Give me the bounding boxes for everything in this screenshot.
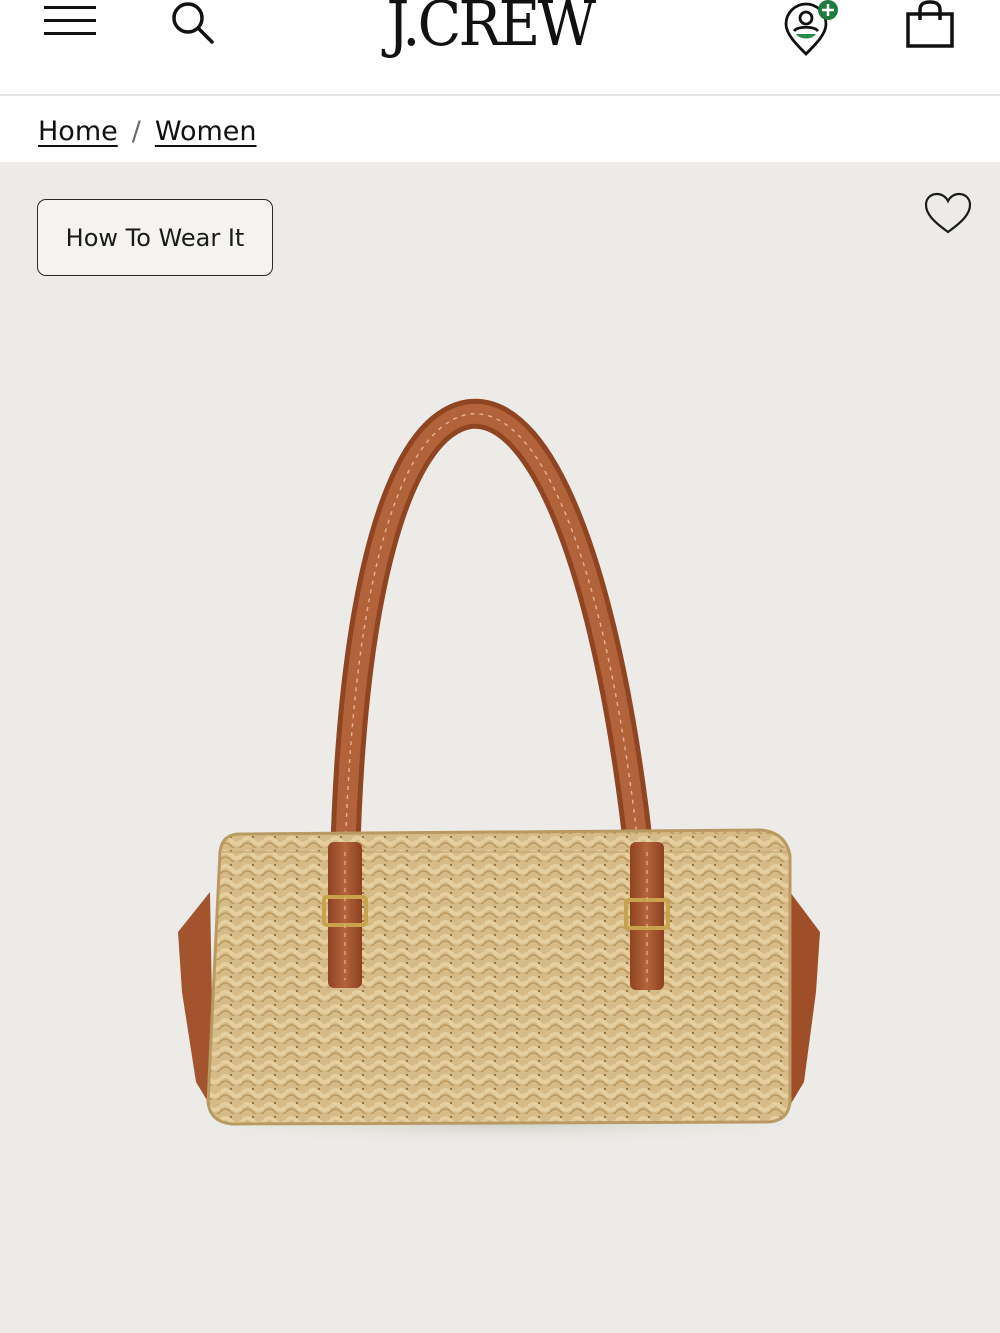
search-icon[interactable] — [166, 0, 218, 46]
account-location-icon[interactable] — [778, 0, 844, 60]
site-header: J.CREW — [0, 0, 1000, 96]
breadcrumb-separator: / — [131, 115, 141, 147]
shopping-bag-icon[interactable] — [902, 0, 958, 52]
how-to-wear-it-button[interactable]: How To Wear It — [37, 199, 273, 276]
breadcrumb-women-link[interactable]: Women — [155, 116, 257, 147]
brand-logo[interactable]: J.CREW — [352, 0, 628, 60]
breadcrumb: Home / Women — [38, 106, 257, 156]
product-image[interactable] — [0, 162, 1000, 1333]
heart-icon[interactable] — [922, 190, 974, 238]
breadcrumb-home-link[interactable]: Home — [38, 116, 118, 147]
hamburger-menu-icon[interactable] — [42, 2, 98, 42]
product-image-area: How To Wear It — [0, 162, 1000, 1333]
